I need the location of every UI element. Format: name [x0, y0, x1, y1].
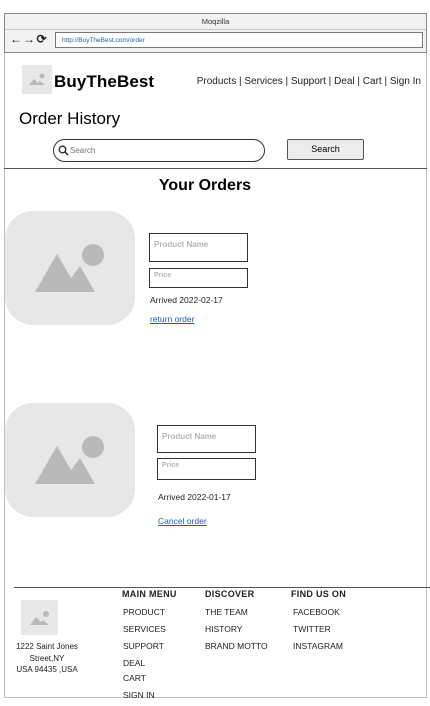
address-line: USA 94435 ,USA	[16, 665, 78, 674]
nav-cart[interactable]: Cart	[363, 76, 382, 87]
nav-separator: |	[381, 76, 390, 87]
top-navigation: Products | Services | Support | Deal | C…	[197, 76, 421, 87]
browser-nav-buttons: ← → ⟳	[10, 33, 47, 45]
nav-separator: |	[282, 76, 291, 87]
brand-name[interactable]: BuyTheBest	[54, 72, 154, 92]
search-button[interactable]: Search	[287, 139, 364, 160]
footer-divider	[14, 587, 430, 588]
nav-deal[interactable]: Deal	[334, 76, 355, 87]
footer-heading: MAIN MENU	[122, 589, 177, 599]
nav-products[interactable]: Products	[197, 76, 236, 87]
footer-link-support[interactable]: SUPPORT	[123, 638, 177, 655]
cancel-order-link[interactable]: Cancel order	[158, 516, 207, 526]
search-icon	[58, 145, 69, 156]
arrow-right-icon[interactable]: →	[23, 33, 35, 45]
product-name-field: Product Name	[149, 233, 248, 262]
return-order-link[interactable]: return order	[150, 314, 194, 324]
nav-sign-in[interactable]: Sign In	[390, 76, 421, 87]
nav-separator: |	[325, 76, 335, 87]
header-divider	[4, 168, 427, 169]
footer-find-us: FIND US ON FACEBOOK TWITTER INSTAGRAM	[291, 589, 346, 655]
footer-logo-icon	[21, 600, 58, 635]
footer-link-facebook[interactable]: FACEBOOK	[293, 604, 346, 621]
search-field[interactable]	[53, 139, 265, 162]
logo-image-icon[interactable]	[22, 65, 52, 94]
footer-link-sign-in[interactable]: SIGN IN	[123, 687, 177, 704]
page-title: Order History	[19, 109, 121, 128]
browser-divider	[5, 29, 426, 30]
product-name-field: Product Name	[157, 425, 256, 453]
address-bar[interactable]: http://BuyTheBest.com/order	[55, 32, 423, 48]
arrived-date: Arrived 2022-02-17	[150, 295, 223, 305]
nav-services[interactable]: Services	[244, 76, 282, 87]
footer-link-services[interactable]: SERVICES	[123, 621, 177, 638]
footer-link-the-team[interactable]: THE TEAM	[205, 604, 268, 621]
arrow-left-icon[interactable]: ←	[10, 33, 22, 45]
price-field: Price	[149, 268, 248, 288]
address-line: Street,NY	[29, 653, 65, 663]
arrived-date: Arrived 2022-01-17	[158, 492, 231, 502]
nav-support[interactable]: Support	[291, 76, 326, 87]
address-line: 1222 Saint Jones	[16, 642, 78, 651]
browser-title: Moqzilla	[201, 17, 230, 26]
footer-discover: DISCOVER THE TEAM HISTORY BRAND MOTTO	[205, 589, 268, 655]
footer-link-cart[interactable]: CART	[123, 670, 177, 687]
search-input[interactable]	[70, 144, 250, 157]
browser-window-chrome: Moqzilla ← → ⟳ http://BuyTheBest.com/ord…	[4, 13, 427, 53]
footer-link-history[interactable]: HISTORY	[205, 621, 268, 638]
footer-link-product[interactable]: PRODUCT	[123, 604, 177, 621]
product-image-icon	[5, 403, 135, 517]
footer-address: 1222 Saint Jones Street,NY USA 94435 ,US…	[10, 641, 84, 676]
footer-main-menu: MAIN MENU PRODUCT SERVICES SUPPORT DEAL …	[122, 589, 177, 704]
footer-link-brand-motto[interactable]: BRAND MOTTO	[205, 638, 268, 655]
nav-separator: |	[354, 76, 363, 87]
product-image-icon	[5, 211, 135, 325]
footer-heading: DISCOVER	[205, 589, 255, 599]
section-title: Your Orders	[158, 177, 252, 194]
footer-link-twitter[interactable]: TWITTER	[293, 621, 346, 638]
footer-link-instagram[interactable]: INSTAGRAM	[293, 638, 346, 655]
footer-heading: FIND US ON	[291, 589, 347, 599]
price-field: Price	[157, 458, 256, 480]
reload-icon[interactable]: ⟳	[36, 33, 47, 45]
